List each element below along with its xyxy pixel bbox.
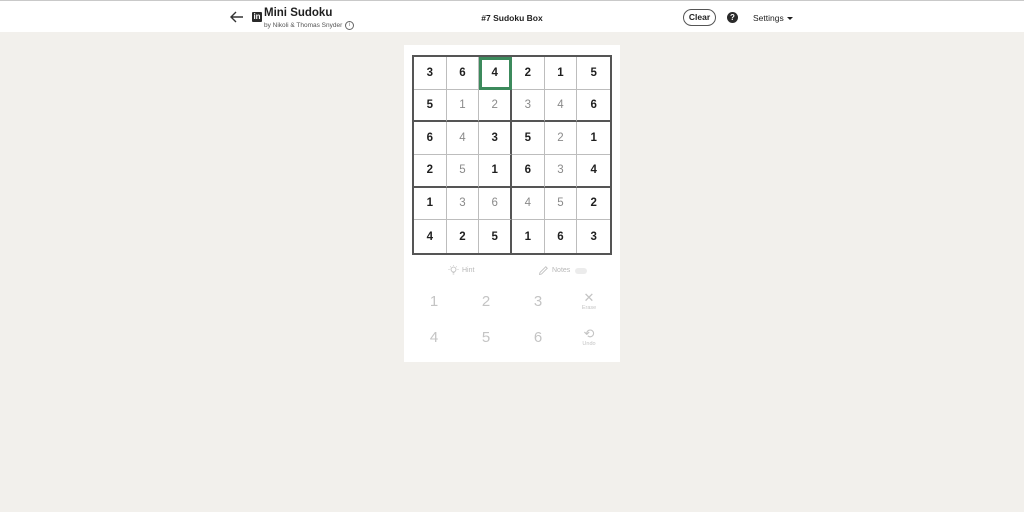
key-4[interactable]: 4 [409,329,459,359]
sudoku-cell[interactable]: 1 [512,220,545,253]
sudoku-cell[interactable]: 3 [479,122,512,155]
key-2[interactable]: 2 [461,293,511,323]
sudoku-cell[interactable]: 1 [544,57,578,90]
sudoku-cell[interactable]: 4 [577,155,610,188]
key-1[interactable]: 1 [409,293,459,323]
sudoku-cell[interactable]: 5 [446,155,480,188]
sudoku-cell[interactable]: 4 [544,89,578,123]
sudoku-cell[interactable]: 5 [414,89,447,123]
hint-button[interactable]: Hint [448,265,474,276]
key-6[interactable]: 6 [513,329,563,359]
sudoku-cell[interactable]: 6 [414,122,447,155]
sudoku-cell[interactable]: 2 [512,57,545,90]
sudoku-cell[interactable]: 1 [446,89,480,123]
byline-text: by Nikoli & Thomas Snyder [264,22,343,29]
key-3[interactable]: 3 [513,293,563,323]
sudoku-cell[interactable]: 5 [544,187,578,221]
sudoku-cell[interactable]: 3 [414,57,447,90]
sudoku-cell[interactable]: 5 [577,57,610,90]
pencil-icon [538,266,548,276]
sudoku-cell[interactable]: 4 [479,57,512,90]
erase-button[interactable]: ✕ Erase [564,291,614,321]
sudoku-cell[interactable]: 6 [577,90,610,123]
notes-switch[interactable] [575,267,588,274]
sudoku-cell[interactable]: 6 [545,220,578,253]
sudoku-cell[interactable]: 3 [512,89,545,123]
tool-bar: Hint Notes [404,265,620,279]
sudoku-cell[interactable]: 6 [512,155,545,188]
clear-button[interactable]: Clear [683,9,716,26]
sudoku-cell[interactable]: 2 [447,220,480,253]
sudoku-cell[interactable]: 3 [446,187,480,221]
sudoku-cell[interactable]: 2 [577,188,610,221]
hint-label: Hint [462,267,475,274]
sudoku-cell[interactable]: 2 [414,155,447,188]
caret-down-icon [786,16,793,20]
sudoku-cell[interactable]: 3 [544,155,578,188]
sudoku-cell[interactable]: 6 [446,57,480,90]
notes-toggle[interactable]: Notes [538,265,588,276]
undo-icon: ⟲ [583,326,595,341]
sudoku-cell[interactable]: 1 [414,187,447,221]
undo-label: Undo [582,341,596,347]
sudoku-cell[interactable]: 4 [414,220,447,253]
sudoku-cell[interactable]: 4 [446,122,480,155]
lightbulb-icon [448,265,459,275]
key-5[interactable]: 5 [461,329,511,359]
close-icon: ✕ [583,290,595,305]
notes-label: Notes [552,267,571,274]
erase-label: Erase [581,305,597,311]
sudoku-cell[interactable]: 5 [512,122,545,155]
sudoku-cell[interactable]: 3 [577,220,610,253]
sudoku-cell[interactable]: 1 [577,122,610,155]
help-icon[interactable]: ? [727,12,738,23]
sudoku-cell[interactable]: 5 [479,220,512,253]
settings-menu-button[interactable]: Settings [753,13,793,23]
game-panel: 364215512346643521251634136452425163 Hin… [404,45,620,362]
sudoku-cell[interactable]: 1 [479,155,512,188]
top-bar: in Mini Sudoku by Nikoli & Thomas Snyder… [0,0,1024,32]
sudoku-cell[interactable]: 2 [544,122,578,155]
sudoku-cell[interactable]: 4 [512,187,545,221]
sudoku-cell[interactable]: 2 [479,89,512,123]
sudoku-cell[interactable]: 6 [479,187,512,221]
puzzle-name: #7 Sudoku Box [481,13,543,23]
undo-button[interactable]: ⟲ Undo [564,327,614,357]
settings-label: Settings [753,13,784,23]
sudoku-grid: 364215512346643521251634136452425163 [412,55,612,255]
